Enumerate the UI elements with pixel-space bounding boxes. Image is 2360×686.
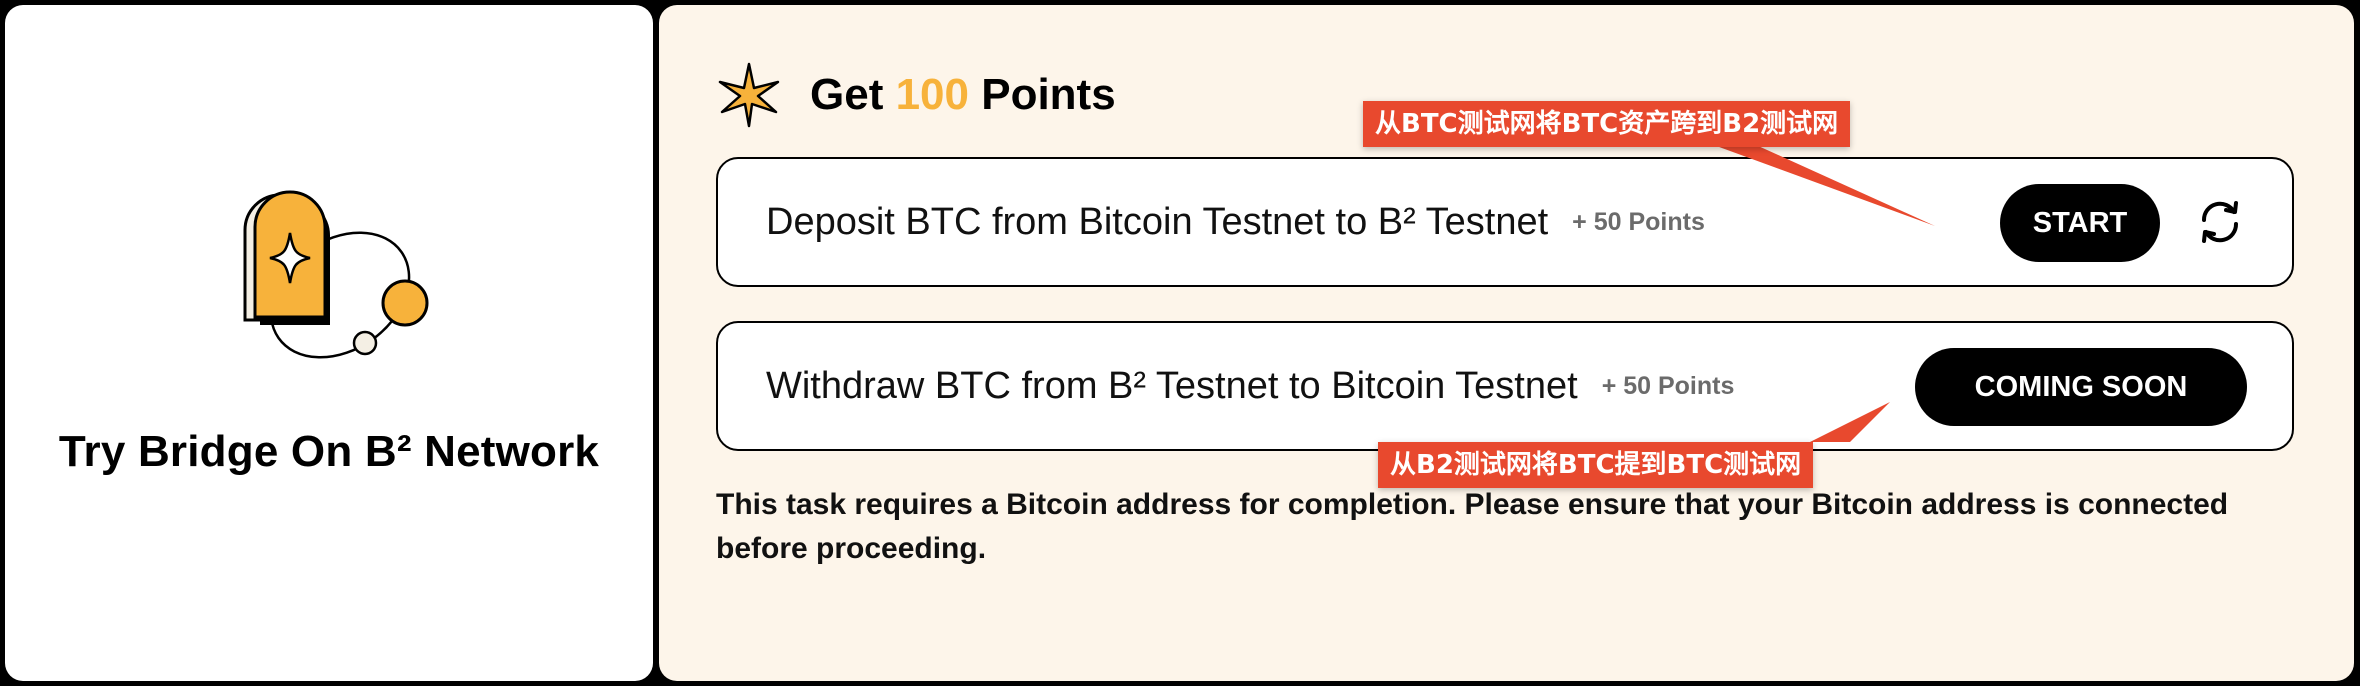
card-title: Try Bridge On B² Network [58, 427, 600, 476]
task-points: + 50 Points [1572, 207, 1705, 236]
task-points: + 50 Points [1601, 371, 1735, 400]
bridge-info-card: Try Bridge On B² Network [5, 5, 653, 681]
task-row-withdraw: Withdraw BTC from B² Testnet to Bitcoin … [716, 321, 2294, 451]
requirement-note: This task requires a Bitcoin address for… [716, 488, 2229, 565]
start-button[interactable]: START [2000, 184, 2160, 262]
points-value: 100 [895, 70, 969, 119]
panel-title: Get 100 Points [810, 70, 1116, 120]
bridge-portal-illustration [243, 190, 429, 359]
task-row-deposit: Deposit BTC from Bitcoin Testnet to B² T… [716, 157, 2294, 287]
coming-soon-button[interactable]: COMING SOON [1915, 348, 2247, 426]
title-suffix: Points [969, 70, 1116, 119]
title-prefix: Get [810, 70, 896, 119]
task-description: Withdraw BTC from B² Testnet to Bitcoin … [766, 364, 1578, 407]
sparkle-star-icon [718, 62, 780, 128]
annotation-deposit: 从BTC测试网将BTC资产跨到B2测试网 [1363, 101, 1851, 147]
refresh-icon[interactable] [2196, 198, 2244, 246]
task-description: Deposit BTC from Bitcoin Testnet to B² T… [766, 200, 1549, 243]
annotation-withdraw: 从B2测试网将BTC提到BTC测试网 [1378, 442, 1814, 488]
panel-header: Get 100 Points [714, 60, 1116, 130]
